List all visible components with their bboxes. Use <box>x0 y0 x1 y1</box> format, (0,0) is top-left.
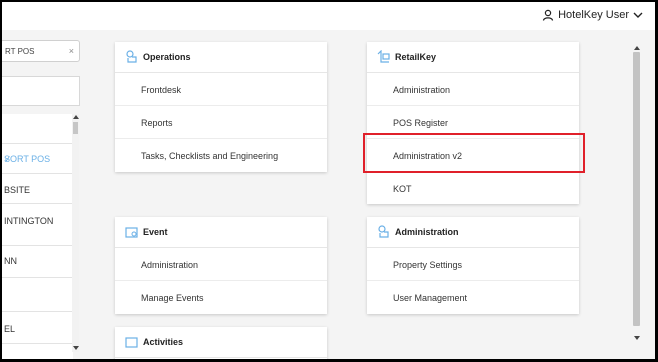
list-item-selected[interactable]: SORT POS ✓ <box>2 144 73 174</box>
filter-text: RT POS <box>5 47 35 56</box>
check-icon: ✓ <box>4 154 12 164</box>
list-item[interactable]: EL <box>2 312 73 344</box>
administration-icon <box>378 225 389 238</box>
activities-icon <box>125 337 138 348</box>
user-menu[interactable]: HotelKey User <box>542 9 643 21</box>
card-header: RetailKey <box>367 42 579 73</box>
card-title: RetailKey <box>395 52 437 62</box>
chevron-down-icon <box>633 12 643 18</box>
list-item[interactable]: BSITE <box>2 174 73 204</box>
card-header: Event <box>115 217 327 248</box>
menu-item-kot[interactable]: KOT <box>367 172 579 205</box>
retailkey-icon <box>377 50 390 63</box>
list-scrollbar[interactable] <box>72 114 79 352</box>
retailkey-card: RetailKey Administration POS Register Ad… <box>367 42 579 204</box>
highlight-box <box>363 133 585 173</box>
scrollbar-thumb[interactable] <box>73 122 78 134</box>
property-list: SORT POS ✓ BSITE INTINGTON NN EL <box>2 114 73 359</box>
selected-filter-chip[interactable]: RT POS × <box>2 40 80 62</box>
scroll-down-icon[interactable] <box>73 346 79 350</box>
card-title: Event <box>143 227 168 237</box>
menu-item-manage-events[interactable]: Manage Events <box>115 281 327 314</box>
scroll-up-icon[interactable] <box>634 46 640 50</box>
menu-item-tasks[interactable]: Tasks, Checklists and Engineering <box>115 139 327 172</box>
menu-item-frontdesk[interactable]: Frontdesk <box>115 73 327 106</box>
card-header: Administration <box>367 217 579 248</box>
page-scrollbar[interactable] <box>632 46 641 342</box>
card-header: Activities <box>115 327 327 358</box>
app-window: HotelKey User RT POS × SORT POS ✓ BSITE … <box>2 2 655 359</box>
event-card: Event Administration Manage Events <box>115 217 327 314</box>
card-title: Activities <box>143 337 184 347</box>
list-item[interactable] <box>2 278 73 312</box>
activities-card: Activities <box>115 327 327 359</box>
scroll-down-icon[interactable] <box>634 336 640 340</box>
card-header: Operations <box>115 42 327 73</box>
property-panel: RT POS × SORT POS ✓ BSITE INTINGTON NN E… <box>2 30 82 359</box>
list-item[interactable] <box>2 114 73 144</box>
calendar-icon <box>125 227 138 238</box>
menu-item-administration[interactable]: Administration <box>367 73 579 106</box>
administration-card: Administration Property Settings User Ma… <box>367 217 579 314</box>
menu-item-property-settings[interactable]: Property Settings <box>367 248 579 281</box>
card-title: Operations <box>143 52 191 62</box>
user-icon <box>542 9 554 21</box>
menu-item-reports[interactable]: Reports <box>115 106 327 139</box>
list-item[interactable]: INTINGTON <box>2 204 73 246</box>
scrollbar-thumb[interactable] <box>633 52 640 326</box>
search-input[interactable] <box>2 76 80 106</box>
operations-icon <box>126 50 137 63</box>
scroll-up-icon[interactable] <box>73 115 79 119</box>
menu-item-user-management[interactable]: User Management <box>367 281 579 314</box>
menu-item-administration[interactable]: Administration <box>115 248 327 281</box>
card-title: Administration <box>395 227 459 237</box>
close-icon[interactable]: × <box>69 46 74 56</box>
user-name: HotelKey User <box>558 9 629 21</box>
list-item[interactable]: NN <box>2 246 73 278</box>
top-bar: HotelKey User <box>2 2 655 30</box>
operations-card: Operations Frontdesk Reports Tasks, Chec… <box>115 42 327 172</box>
